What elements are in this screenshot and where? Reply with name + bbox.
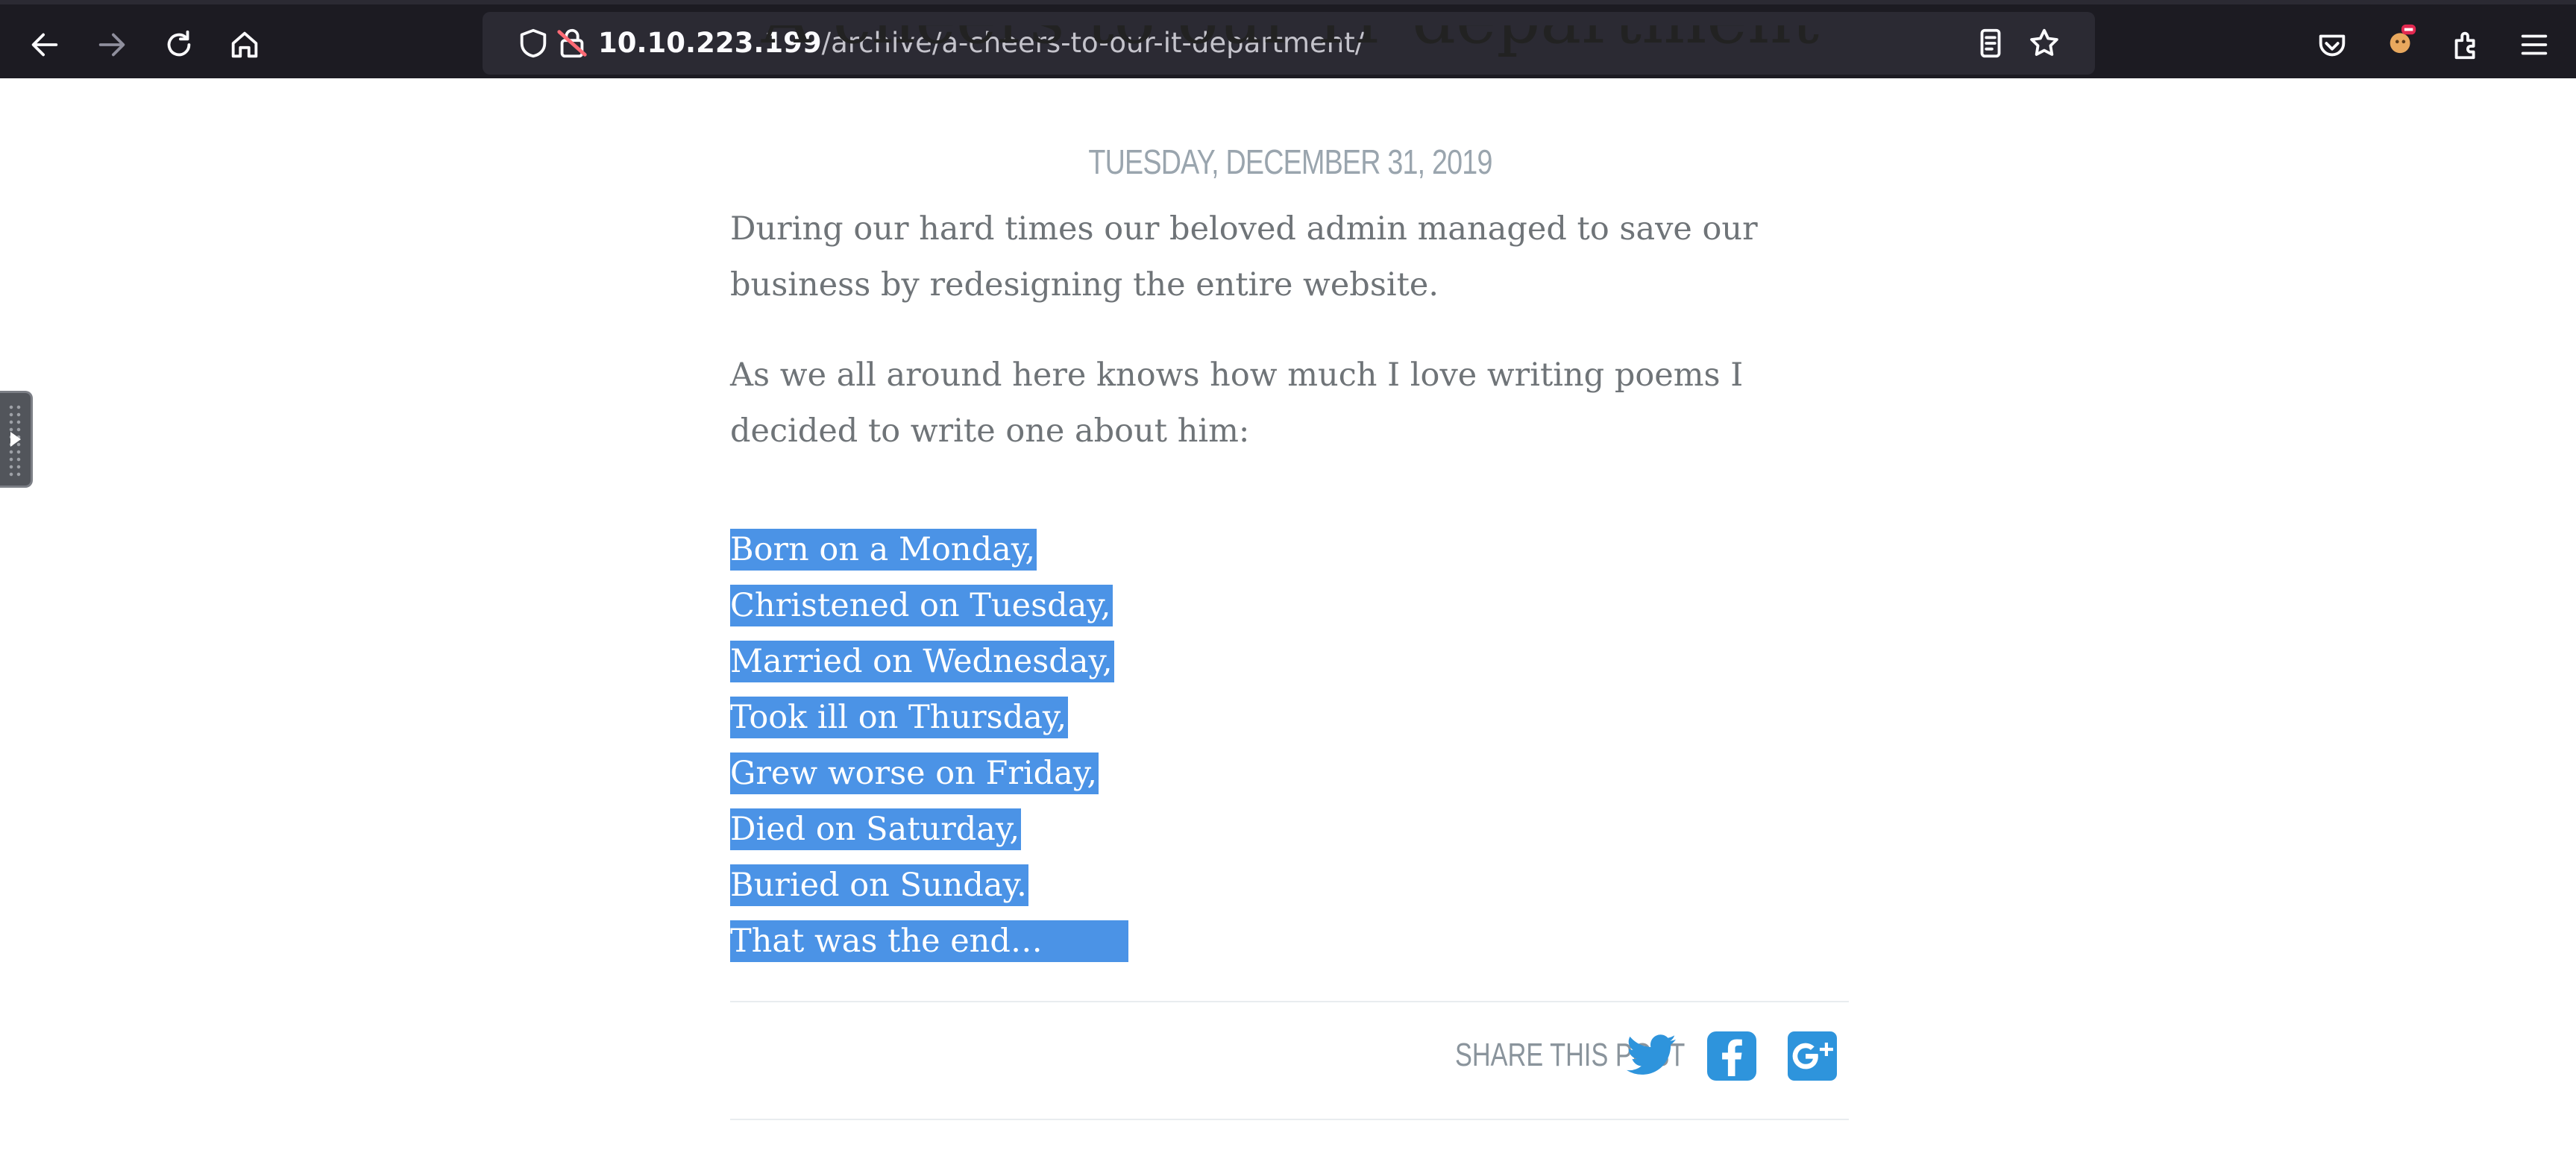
post-title: A cheers to our IT department bbox=[731, 25, 1850, 100]
poem-line: Took ill on Thursday, bbox=[730, 690, 1128, 746]
bookmark-star-icon[interactable] bbox=[2020, 19, 2068, 67]
twitter-icon[interactable] bbox=[1624, 1029, 1678, 1083]
sidebar-toggle-handle[interactable] bbox=[0, 391, 33, 488]
back-icon[interactable] bbox=[21, 21, 69, 69]
poem-selection: Born on a Monday, Christened on Tuesday,… bbox=[730, 522, 1128, 970]
share-label: SHARE THIS POST bbox=[1455, 1037, 1686, 1073]
pocket-icon[interactable] bbox=[2308, 21, 2356, 69]
home-icon[interactable] bbox=[221, 21, 268, 69]
poem-line: Grew worse on Friday, bbox=[730, 746, 1128, 802]
divider-top bbox=[730, 1001, 1849, 1002]
reload-icon[interactable] bbox=[155, 21, 203, 69]
forward-icon[interactable] bbox=[88, 21, 136, 69]
profile-icon[interactable] bbox=[2378, 15, 2425, 63]
post-title-text: A cheers to our IT department bbox=[761, 25, 1819, 59]
post-paragraph-1: During our hard times our beloved admin … bbox=[730, 210, 1758, 304]
menu-icon[interactable] bbox=[2510, 21, 2558, 69]
poem-line: Died on Saturday, bbox=[730, 802, 1128, 858]
reader-view-icon[interactable] bbox=[1967, 19, 2014, 67]
insecure-lock-icon[interactable] bbox=[548, 19, 596, 67]
post-date: TUESDAY, DECEMBER 31, 2019 bbox=[1088, 142, 1492, 181]
facebook-icon[interactable] bbox=[1705, 1029, 1759, 1083]
poem-line: That was the end… bbox=[730, 914, 1128, 970]
google-plus-icon[interactable] bbox=[1785, 1029, 1839, 1083]
post-paragraph-2: As we all around here knows how much I l… bbox=[730, 356, 1744, 450]
expand-arrow-icon bbox=[10, 432, 21, 447]
poem-line: Christened on Tuesday, bbox=[730, 578, 1128, 634]
poem-line: Buried on Sunday. bbox=[730, 858, 1128, 914]
divider-bottom bbox=[730, 1119, 1849, 1120]
poem-line: Born on a Monday, bbox=[730, 522, 1128, 578]
extensions-icon[interactable] bbox=[2443, 21, 2490, 69]
poem-line: Married on Wednesday, bbox=[730, 634, 1128, 690]
